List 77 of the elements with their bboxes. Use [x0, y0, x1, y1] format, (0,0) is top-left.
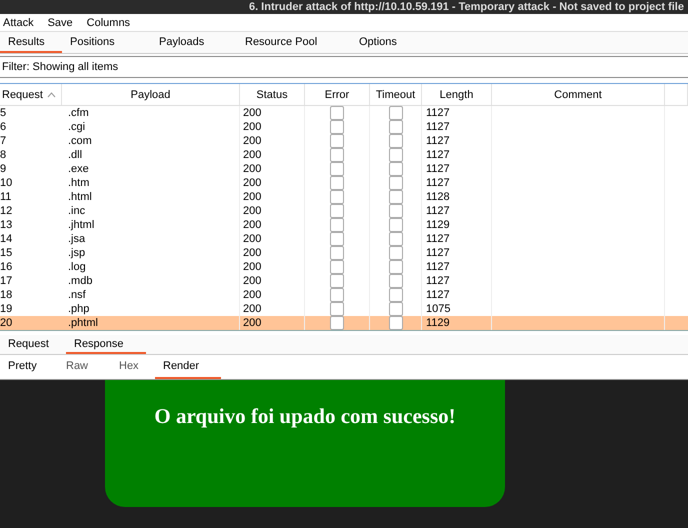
table-cell-text: 13: [0, 218, 14, 232]
table-cell: 1129: [422, 316, 492, 330]
checkbox[interactable]: [388, 274, 402, 288]
table-cell-text: 17: [0, 274, 14, 288]
tab[interactable]: Payloads: [151, 32, 237, 53]
tab[interactable]: Options: [351, 32, 421, 53]
checkbox[interactable]: [330, 190, 344, 204]
table-cell-text: 16: [0, 260, 14, 274]
column-header[interactable]: Request: [0, 84, 62, 105]
column-header[interactable]: Comment: [492, 84, 665, 105]
table-cell-text: 9: [0, 162, 8, 176]
checkbox[interactable]: [388, 302, 402, 316]
table-cell-text: 8: [0, 148, 8, 162]
column-header[interactable]: Status: [240, 84, 305, 105]
tab[interactable]: Resource Pool: [237, 32, 351, 53]
tab[interactable]: Raw: [58, 355, 111, 379]
checkbox[interactable]: [330, 106, 344, 120]
table-cell: .phtml: [62, 316, 240, 330]
checkbox[interactable]: [388, 120, 402, 134]
tab[interactable]: Request: [0, 335, 66, 354]
filter-text: Filter: Showing all items: [2, 61, 118, 73]
table-cell-text: 10: [0, 176, 14, 190]
checkbox[interactable]: [388, 162, 402, 176]
column-header[interactable]: Length: [422, 84, 492, 105]
sort-ascending-icon: [46, 92, 56, 98]
column-header[interactable]: Timeout: [370, 84, 422, 105]
table-cell-text: 6: [0, 120, 8, 134]
checkbox[interactable]: [330, 316, 344, 330]
tab[interactable]: Hex: [111, 355, 155, 379]
checkbox[interactable]: [330, 274, 344, 288]
menu-item[interactable]: Save: [48, 16, 73, 28]
table-row[interactable]: 20 .phtml 200 1129: [0, 316, 688, 330]
tab[interactable]: Response: [66, 335, 146, 354]
checkbox[interactable]: [388, 190, 402, 204]
checkbox[interactable]: [388, 232, 402, 246]
checkbox[interactable]: [330, 218, 344, 232]
success-message: O arquivo foi upado com sucesso!: [154, 404, 456, 430]
checkbox[interactable]: [388, 218, 402, 232]
table-cell-text: 14: [0, 232, 14, 246]
column-header[interactable]: Error: [305, 84, 370, 105]
checkbox[interactable]: [330, 148, 344, 162]
table-cell-text: 19: [0, 302, 14, 316]
table-cell-text: 12: [0, 204, 14, 218]
table-cell: 200: [240, 316, 305, 330]
checkbox[interactable]: [388, 148, 402, 162]
table-cell-text: 18: [0, 288, 14, 302]
checkbox[interactable]: [388, 288, 402, 302]
checkbox[interactable]: [330, 134, 344, 148]
checkbox[interactable]: [330, 204, 344, 218]
tab[interactable]: Positions: [62, 32, 151, 53]
checkbox[interactable]: [330, 246, 344, 260]
checkbox[interactable]: [388, 246, 402, 260]
menu-item[interactable]: Attack: [3, 16, 34, 28]
checkbox[interactable]: [388, 176, 402, 190]
tab[interactable]: Pretty: [0, 355, 58, 379]
checkbox[interactable]: [388, 260, 402, 274]
table-cell-text: 15: [0, 246, 14, 260]
filter-bar[interactable]: Filter: Showing all items: [0, 56, 688, 78]
table-cell-text: 11: [0, 190, 12, 204]
checkbox[interactable]: [388, 106, 402, 120]
menu-item[interactable]: Columns: [86, 16, 130, 28]
table-cell-text: 5: [0, 106, 8, 120]
checkbox[interactable]: [330, 162, 344, 176]
checkbox[interactable]: [388, 134, 402, 148]
checkbox[interactable]: [330, 120, 344, 134]
checkbox[interactable]: [330, 288, 344, 302]
checkbox[interactable]: [388, 204, 402, 218]
checkbox[interactable]: [330, 176, 344, 190]
window-title: 6. Intruder attack of http://10.10.59.191 - Temporary attack - Not saved to project file: [248, 0, 685, 14]
checkbox[interactable]: [388, 316, 402, 330]
checkbox[interactable]: [330, 232, 344, 246]
tab[interactable]: Results: [0, 32, 62, 53]
table-cell-text: 20: [0, 316, 14, 330]
column-header[interactable]: Payload: [62, 84, 240, 105]
checkbox[interactable]: [330, 302, 344, 316]
checkbox[interactable]: [330, 260, 344, 274]
table-cell-text: 7: [0, 134, 8, 148]
